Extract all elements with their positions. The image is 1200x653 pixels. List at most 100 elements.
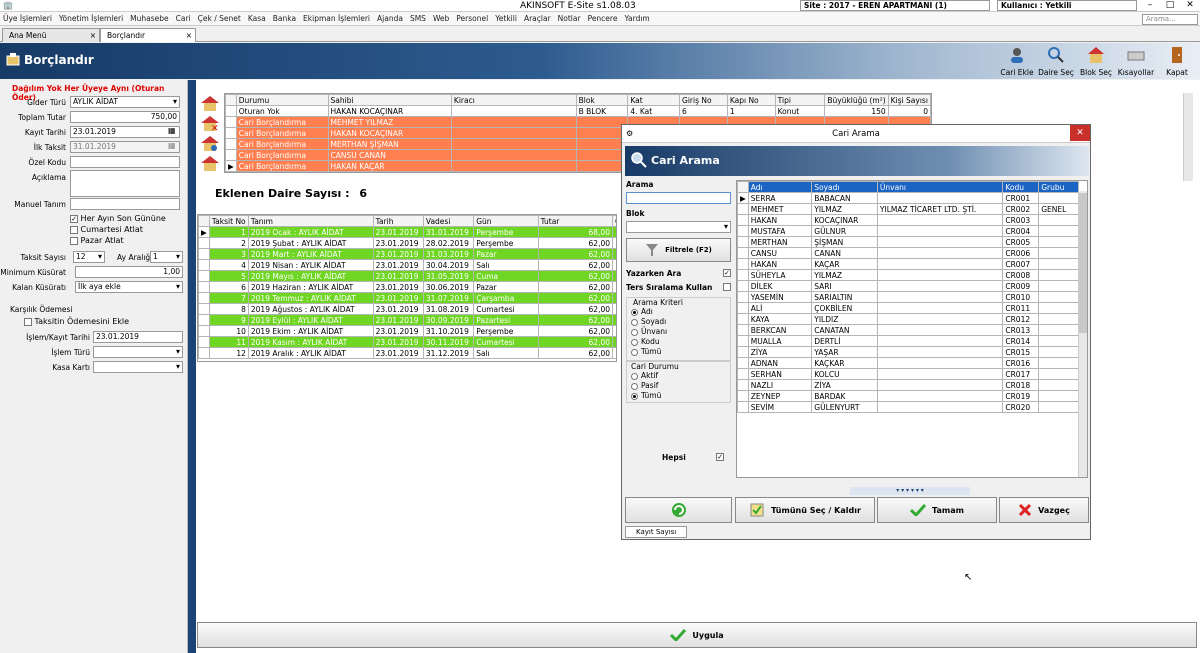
- tumunu-sec-button[interactable]: Tümünü Seç / Kaldır: [735, 497, 875, 523]
- column-header[interactable]: Grubu: [1038, 181, 1079, 193]
- table-row[interactable]: MUSTAFA GÜLNUR CR004: [737, 225, 1079, 237]
- table-row[interactable]: 3 2019 Mart : AYLIK AİDAT 23.01.2019 31.03.…: [198, 248, 616, 260]
- cari-scrollbar[interactable]: [1078, 191, 1087, 477]
- radio-button[interactable]: [631, 382, 638, 390]
- checkbox[interactable]: [24, 317, 32, 326]
- column-header[interactable]: Durumu: [235, 94, 329, 106]
- menu-item[interactable]: Kasa: [248, 14, 266, 23]
- column-header[interactable]: Kat: [627, 94, 681, 106]
- tab-close-icon[interactable]: ×: [186, 31, 192, 40]
- radio-button[interactable]: [631, 392, 638, 400]
- table-row[interactable]: 6 2019 Haziran : AYLIK AİDAT 23.01.2019 30.…: [198, 281, 616, 293]
- column-header[interactable]: Öz: [612, 215, 616, 227]
- ay-araligi-select[interactable]: 1: [150, 251, 183, 263]
- menu-item[interactable]: Cari: [176, 14, 191, 23]
- cari-ekle-button[interactable]: Cari Ekle: [998, 45, 1036, 79]
- table-row[interactable]: 2 2019 Şubat : AYLIK AİDAT 23.01.2019 28.02…: [198, 237, 616, 249]
- tab-ana-menu[interactable]: Ana Menü ×: [2, 28, 100, 42]
- vazgec-button[interactable]: Vazgeç: [999, 497, 1089, 523]
- vertical-scrollbar[interactable]: [1183, 93, 1193, 181]
- refresh-button[interactable]: [625, 497, 732, 523]
- manuel-tanim-input[interactable]: [70, 198, 180, 210]
- column-header[interactable]: Tipi: [774, 94, 826, 106]
- column-header[interactable]: Adı: [747, 181, 813, 193]
- kapat-button[interactable]: Kapat: [1158, 45, 1196, 79]
- kalan-kusurati-select[interactable]: İlk aya ekle: [75, 281, 183, 293]
- table-row[interactable]: ▶ SERRA BABACAN CR001: [737, 192, 1079, 204]
- table-row[interactable]: MUALLA DERTLİ CR014: [737, 335, 1079, 347]
- taksit-sayisi-select[interactable]: 12: [73, 251, 105, 263]
- table-row[interactable]: Oturan Yok HAKAN KOCAÇINAR B BLOK 4. Kat 6 1 K…: [225, 105, 932, 117]
- check-pazar[interactable]: Pazar Atlat: [70, 236, 124, 245]
- toplam-tutar-input[interactable]: 750,00: [70, 111, 180, 123]
- radio-kriterler[interactable]: Adı: [631, 307, 730, 317]
- maximize-icon[interactable]: □: [1160, 0, 1180, 10]
- table-row[interactable]: ADNAN KAÇKAR CR016: [737, 357, 1079, 369]
- menu-item[interactable]: Üye İşlemleri: [3, 14, 52, 23]
- check-cumartesi[interactable]: Cumartesi Atlat: [70, 225, 143, 234]
- tab-close-icon[interactable]: ×: [90, 31, 96, 40]
- minimize-icon[interactable]: –: [1140, 0, 1160, 10]
- column-header[interactable]: Soyadı: [811, 181, 878, 193]
- global-search-input[interactable]: Arama...: [1142, 14, 1198, 25]
- radio-kriterler[interactable]: Tümü: [631, 347, 730, 357]
- blok-select[interactable]: [626, 221, 731, 233]
- column-header[interactable]: Kapı No: [726, 94, 776, 106]
- column-header[interactable]: Tanım: [247, 215, 374, 227]
- table-row[interactable]: MERTHAN ŞİŞMAN CR005: [737, 236, 1079, 248]
- menu-item[interactable]: Yardım: [624, 14, 649, 23]
- table-row[interactable]: BERKCAN CANATAN CR013: [737, 324, 1079, 336]
- table-row[interactable]: KAYA YILDIZ CR012: [737, 313, 1079, 325]
- radio-button[interactable]: [631, 338, 638, 346]
- islem-turu-select[interactable]: [93, 346, 183, 358]
- table-row[interactable]: SERHAN KOLCU CR017: [737, 368, 1079, 380]
- menu-item[interactable]: SMS: [410, 14, 426, 23]
- column-header[interactable]: Giriş No: [679, 94, 728, 106]
- radio-durumlar[interactable]: Pasif: [631, 381, 730, 391]
- uygula-button[interactable]: Uygula: [197, 622, 1197, 648]
- menu-item[interactable]: Pencere: [588, 14, 618, 23]
- radio-kriterler[interactable]: Soyadı: [631, 317, 730, 327]
- column-header[interactable]: Kodu: [1002, 181, 1040, 193]
- column-header[interactable]: Kiracı: [450, 94, 577, 106]
- menu-item[interactable]: Çek / Senet: [198, 14, 241, 23]
- radio-kriterler[interactable]: Kodu: [631, 337, 730, 347]
- column-header[interactable]: Tutar: [537, 215, 614, 227]
- blok-sec-button[interactable]: Blok Seç: [1077, 45, 1115, 79]
- table-row[interactable]: DİLEK SARI CR009: [737, 280, 1079, 292]
- menu-item[interactable]: Banka: [273, 14, 296, 23]
- min-kusurat-input[interactable]: 1,00: [75, 266, 183, 278]
- table-row[interactable]: SÜHEYLA YILMAZ CR008: [737, 269, 1079, 281]
- column-header[interactable]: Sahibi: [327, 94, 452, 106]
- dialog-close-icon[interactable]: ✕: [1070, 125, 1090, 141]
- menu-item[interactable]: Yetkili: [495, 14, 517, 23]
- kasa-karti-select[interactable]: [93, 361, 183, 373]
- menu-item[interactable]: Web: [433, 14, 449, 23]
- ters-siralama-option[interactable]: Ters Sıralama Kullan: [626, 283, 731, 292]
- yazarken-ara-option[interactable]: Yazarken Ara ✓: [626, 269, 731, 278]
- menu-item[interactable]: Ekipman İşlemleri: [303, 14, 370, 23]
- check-son-gun[interactable]: ✓ Her Ayın Son Gününe: [70, 214, 166, 223]
- table-row[interactable]: 12 2019 Aralık : AYLIK AİDAT 23.01.2019 31.…: [198, 347, 616, 359]
- ozel-kodu-input[interactable]: [70, 156, 180, 168]
- tab-borclandir[interactable]: Borçlandır ×: [100, 28, 196, 42]
- kisayollar-button[interactable]: Kısayollar: [1117, 45, 1155, 79]
- table-row[interactable]: 10 2019 Ekim : AYLIK AİDAT 23.01.2019 31.10…: [198, 325, 616, 337]
- house-remove-icon[interactable]: ✕: [199, 114, 221, 134]
- table-row[interactable]: 9 2019 Eylül : AYLIK AİDAT 23.01.2019 30.09…: [198, 314, 616, 326]
- table-row[interactable]: 11 2019 Kasım : AYLIK AİDAT 23.01.2019 30.1…: [198, 336, 616, 348]
- table-row[interactable]: 8 2019 Ağustos : AYLIK AİDAT 23.01.2019 31.…: [198, 303, 616, 315]
- checkbox[interactable]: ✓: [70, 214, 78, 223]
- table-row[interactable]: ▶ 1 2019 Ocak : AYLIK AİDAT 23.01.2019 31.01…: [198, 226, 616, 238]
- checkbox[interactable]: [723, 283, 731, 291]
- kayit-tarihi-input[interactable]: 23.01.2019: [70, 126, 180, 138]
- house-icon[interactable]: [199, 94, 221, 112]
- user-indicator[interactable]: Kullanıcı : Yetkili: [997, 0, 1137, 11]
- table-row[interactable]: HAKAN KOCAÇINAR CR003: [737, 214, 1079, 226]
- table-row[interactable]: ZEYNEP BARDAK CR019: [737, 390, 1079, 402]
- panel-splitter[interactable]: [188, 80, 196, 653]
- table-row[interactable]: CANSU CANAN CR006: [737, 247, 1079, 259]
- radio-button[interactable]: [631, 318, 638, 326]
- table-row[interactable]: HAKAN KAÇAR CR007: [737, 258, 1079, 270]
- column-header[interactable]: Ünvanı: [876, 181, 1004, 193]
